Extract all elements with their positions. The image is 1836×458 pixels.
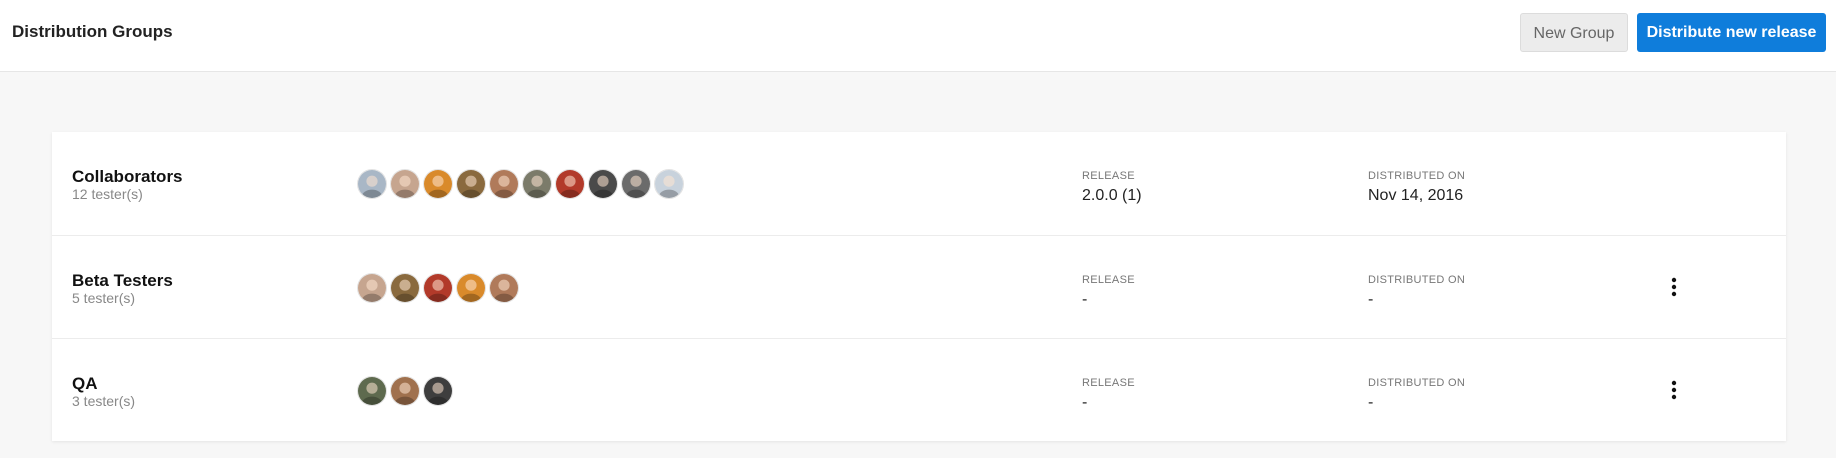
distributed-on-value: - [1368,394,1374,411]
more-options-icon[interactable] [1664,375,1684,405]
distribute-new-release-button[interactable]: Distribute new release [1637,13,1826,52]
tester-avatar [357,376,387,406]
page-title: Distribution Groups [12,22,173,41]
tester-avatar [357,169,387,199]
release-value: - [1082,291,1088,308]
top-bar: Distribution Groups New Group Distribute… [0,0,1836,72]
tester-count: 3 tester(s) [72,393,136,409]
tester-avatar [423,376,453,406]
release-value: - [1082,394,1088,411]
more-options-icon[interactable] [1664,272,1684,302]
group-row-beta-testers[interactable]: Beta Testers 5 tester(s) RELEASE - DISTR… [52,235,1786,338]
group-row-qa[interactable]: QA 3 tester(s) RELEASE - DISTRIBUTED ON … [52,338,1786,441]
distribution-groups-list: Collaborators 12 tester(s) RELEASE 2.0.0… [52,132,1786,441]
tester-avatar [489,169,519,199]
group-name[interactable]: Collaborators [72,167,183,187]
release-value: 2.0.0 (1) [1082,187,1142,204]
tester-avatars [357,273,519,303]
tester-avatar [555,169,585,199]
tester-avatar [588,169,618,199]
tester-avatar [357,273,387,303]
release-label: RELEASE [1082,170,1135,182]
new-group-button[interactable]: New Group [1520,13,1628,52]
tester-avatar [456,273,486,303]
tester-avatar [423,169,453,199]
tester-avatar [522,169,552,199]
tester-avatar [390,376,420,406]
tester-avatar [390,273,420,303]
tester-count: 5 tester(s) [72,290,136,306]
tester-avatar [621,169,651,199]
release-label: RELEASE [1082,274,1135,286]
release-label: RELEASE [1082,377,1135,389]
distributed-on-label: DISTRIBUTED ON [1368,274,1466,286]
distributed-on-label: DISTRIBUTED ON [1368,377,1466,389]
tester-avatars [357,376,453,406]
tester-avatar [456,169,486,199]
distributed-on-value: - [1368,291,1374,308]
tester-avatar [489,273,519,303]
distributed-on-label: DISTRIBUTED ON [1368,170,1466,182]
tester-count: 12 tester(s) [72,186,143,202]
group-name[interactable]: Beta Testers [72,271,173,291]
group-name[interactable]: QA [72,374,98,394]
group-row-collaborators[interactable]: Collaborators 12 tester(s) RELEASE 2.0.0… [52,132,1786,235]
tester-avatar [390,169,420,199]
tester-avatar [423,273,453,303]
tester-avatar [654,169,684,199]
tester-avatars [357,169,684,199]
distributed-on-value: Nov 14, 2016 [1368,187,1464,204]
